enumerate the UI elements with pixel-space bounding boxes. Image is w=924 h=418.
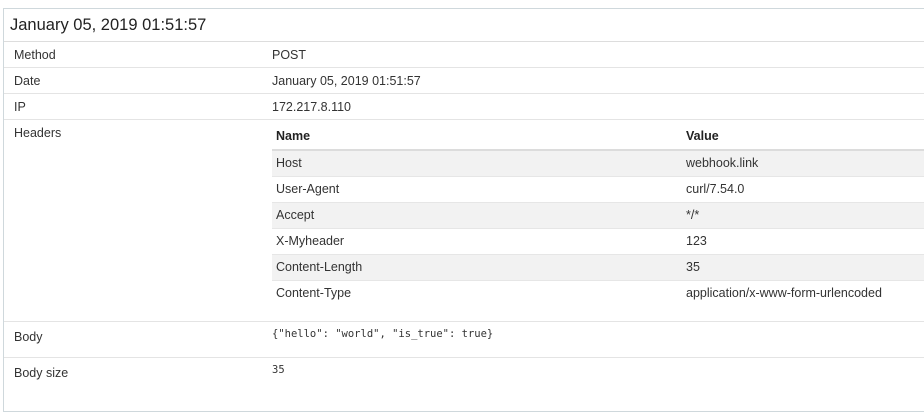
method-row: Method POST	[4, 42, 924, 68]
body-size-value: 35	[272, 364, 285, 376]
headers-label: Headers	[14, 126, 62, 140]
table-row: Content-Length 35	[272, 253, 924, 280]
headers-table: Name Value Host webhook.link User-Agent …	[272, 123, 924, 306]
header-name-cell: Content-Type	[272, 279, 682, 306]
table-row: Content-Type application/x-www-form-urle…	[272, 279, 924, 306]
header-name-cell: Accept	[272, 201, 682, 228]
header-value-cell: */*	[682, 201, 924, 228]
header-value-cell: webhook.link	[682, 149, 924, 176]
header-value-cell: 35	[682, 253, 924, 280]
table-row: User-Agent curl/7.54.0	[272, 175, 924, 202]
request-title: January 05, 2019 01:51:57	[4, 9, 924, 42]
date-value: January 05, 2019 01:51:57	[272, 74, 421, 88]
header-value-cell: 123	[682, 227, 924, 254]
ip-label: IP	[14, 100, 26, 114]
body-label: Body	[14, 330, 43, 344]
headers-table-header-row: Name Value	[272, 123, 924, 151]
table-row: X-Myheader 123	[272, 227, 924, 254]
method-value: POST	[272, 48, 307, 62]
header-name-cell: X-Myheader	[272, 227, 682, 254]
body-value: {"hello": "world", "is_true": true}	[272, 328, 494, 340]
header-value-cell: curl/7.54.0	[682, 175, 924, 202]
body-size-row: Body size 35	[4, 358, 924, 398]
date-label: Date	[14, 74, 41, 88]
header-name-cell: Host	[272, 149, 682, 176]
method-label: Method	[14, 48, 56, 62]
table-row: Host webhook.link	[272, 149, 924, 176]
body-size-label: Body size	[14, 366, 69, 380]
date-row: Date January 05, 2019 01:51:57	[4, 68, 924, 94]
header-value-cell: application/x-www-form-urlencoded	[682, 279, 924, 306]
table-row: Accept */*	[272, 201, 924, 228]
column-header-name: Name	[272, 123, 682, 151]
body-row: Body {"hello": "world", "is_true": true}	[4, 322, 924, 358]
header-name-cell: User-Agent	[272, 175, 682, 202]
ip-value: 172.217.8.110	[272, 100, 352, 114]
request-detail-card: January 05, 2019 01:51:57 Method POST Da…	[3, 8, 924, 412]
header-name-cell: Content-Length	[272, 253, 682, 280]
column-header-value: Value	[682, 123, 924, 151]
ip-row: IP 172.217.8.110	[4, 94, 924, 120]
headers-row: Headers Name Value Host webhook.link Use…	[4, 120, 924, 322]
